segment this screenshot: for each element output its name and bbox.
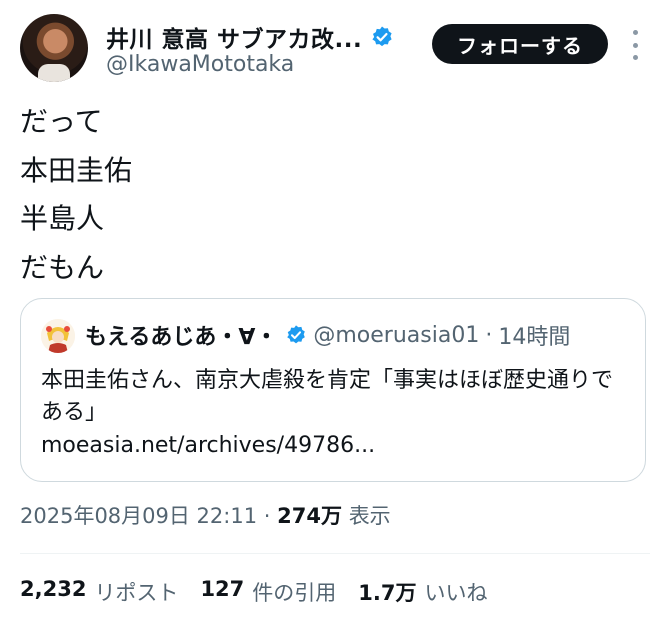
author-avatar[interactable] [20,14,88,82]
dot [632,42,638,48]
separator-dot: · [485,322,493,348]
author-handle[interactable]: @IkawaMototaka [106,52,294,77]
more-options-icon[interactable] [628,30,642,60]
tweet-timestamp[interactable]: 2025年08月09日 22:11 [20,504,257,528]
tweet-line: 本田圭佑 [20,153,133,187]
quotes-stat[interactable]: 127 件の引用 [200,577,336,607]
divider [20,553,650,554]
dot [632,30,638,35]
quoted-author-name[interactable]: もえるあじあ・∀・ [85,319,277,351]
verified-badge-icon [287,325,306,344]
quoted-tweet-link[interactable]: moeasia.net/archives/49786... [41,433,375,458]
quoted-author-avatar[interactable] [41,319,75,353]
follow-button[interactable]: フォローする [432,24,608,64]
likes-count: 1.7万 [358,581,417,605]
reposts-count: 2,232 [20,577,87,601]
engagement-stats: 2,232 リポスト 127 件の引用 1.7万 いいね [20,577,509,607]
tweet-line: だって [20,105,103,138]
quoted-tweet-text: 本田圭佑さん、南京大虐殺を肯定「事実はほぼ歴史通りである」 [41,368,614,425]
views-count: 274万 [277,504,342,528]
separator-dot: · [263,504,271,528]
likes-stat[interactable]: 1.7万 いいね [358,577,487,607]
quoted-tweet-card[interactable]: もえるあじあ・∀・ @moeruasia01 · 14時間 本田圭佑さん、南京大… [20,298,646,482]
quoted-tweet-header: もえるあじあ・∀・ @moeruasia01 · 14時間 [85,319,570,351]
tweet-line: だもん [20,250,105,284]
quotes-count: 127 [200,577,245,601]
avatar-shirt [38,64,70,82]
tweet-meta: 2025年08月09日 22:11 · 274万 表示 [20,500,391,530]
tweet-text: だって 本田圭佑 半島人 だもん [20,98,132,292]
anime-character-icon [41,319,75,353]
author-name[interactable]: 井川 意高 サブアカ改... [106,20,362,54]
dot [632,55,638,60]
verified-badge-icon [372,26,392,47]
likes-label: いいね [424,581,488,605]
tweet-line: 半島人 [20,202,105,235]
reposts-stat[interactable]: 2,232 リポスト [20,577,178,607]
quoted-author-handle[interactable]: @moeruasia01 [313,323,479,348]
quoted-tweet-time[interactable]: 14時間 [498,319,570,351]
reposts-label: リポスト [94,581,179,605]
views-label: 表示 [348,504,391,528]
author-name-row[interactable]: 井川 意高 サブアカ改... [106,20,394,54]
quotes-label: 件の引用 [252,581,337,605]
